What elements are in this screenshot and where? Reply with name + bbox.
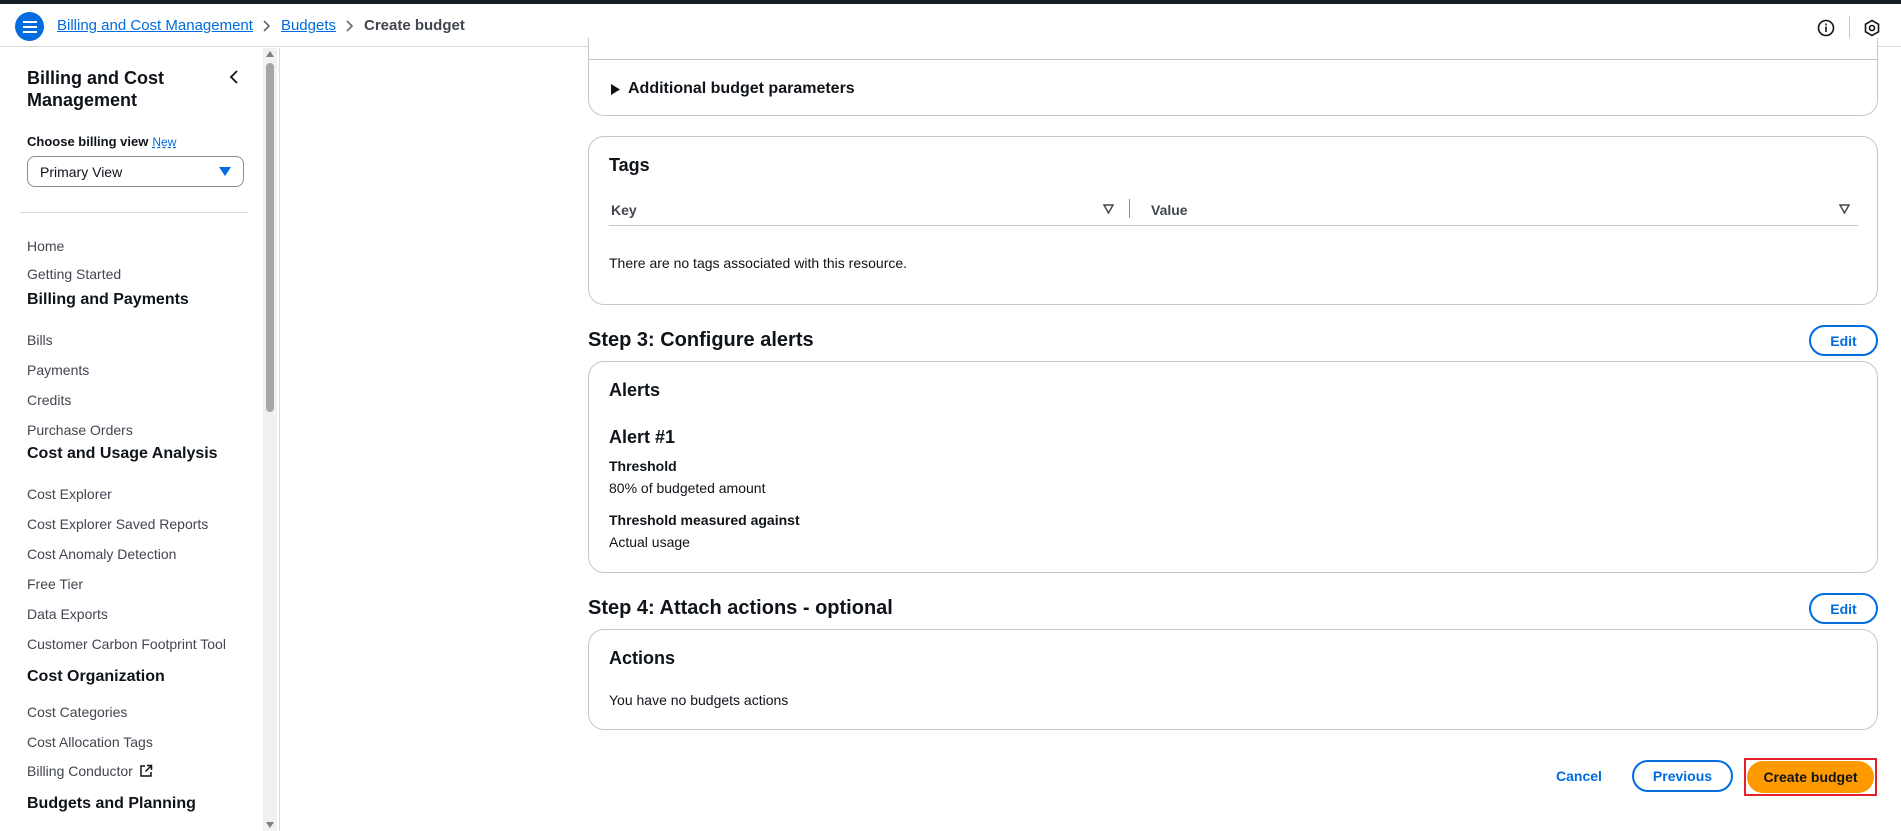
additional-params-label: Additional budget parameters	[628, 80, 855, 97]
hamburger-icon	[22, 20, 37, 33]
actions-title: Actions	[609, 648, 676, 668]
breadcrumb-budgets[interactable]: Budgets	[281, 17, 336, 34]
caret-right-icon	[611, 83, 620, 95]
tags-card: Tags Key Value There are no tags associa…	[588, 136, 1878, 305]
scrollbar-thumb[interactable]	[266, 63, 274, 412]
alerts-title: Alerts	[609, 380, 661, 400]
tags-empty-text: There are no tags associated with this r…	[609, 255, 908, 271]
sidebar-item-anomaly-detection[interactable]: Cost Anomaly Detection	[27, 546, 176, 562]
previous-button[interactable]: Previous	[1632, 760, 1733, 792]
scroll-down-arrow-icon[interactable]	[266, 822, 274, 828]
scroll-up-arrow-icon[interactable]	[266, 51, 274, 57]
create-budget-highlight: Create budget	[1744, 758, 1877, 796]
sidebar-item-purchase-orders[interactable]: Purchase Orders	[27, 422, 133, 438]
sidebar-item-data-exports[interactable]: Data Exports	[27, 606, 108, 622]
sidebar-item-credits[interactable]: Credits	[27, 392, 71, 408]
column-header-value[interactable]: Value	[1151, 202, 1188, 218]
tags-title: Tags	[609, 155, 650, 175]
new-badge[interactable]: New	[152, 135, 176, 149]
step3-title: Step 3: Configure alerts	[588, 329, 814, 351]
measured-value: Actual usage	[609, 534, 690, 550]
sidebar: Billing and Cost Management Choose billi…	[0, 48, 280, 831]
alerts-card: Alerts Alert #1 Threshold 80% of budgete…	[588, 361, 1878, 573]
sidebar-item-payments[interactable]: Payments	[27, 362, 89, 378]
budget-parameters-card: Additional budget parameters	[588, 38, 1878, 116]
settings-icon[interactable]	[1862, 18, 1882, 38]
chevron-right-icon	[263, 19, 271, 32]
sidebar-item-carbon-footprint[interactable]: Customer Carbon Footprint Tool	[27, 636, 226, 652]
billing-view-label-text: Choose billing view	[27, 134, 149, 149]
actions-empty-text: You have no budgets actions	[609, 692, 789, 708]
caret-down-icon	[219, 167, 231, 176]
cancel-button[interactable]: Cancel	[1556, 768, 1602, 784]
column-header-key[interactable]: Key	[611, 202, 637, 218]
additional-params-toggle[interactable]: Additional budget parameters	[611, 80, 855, 98]
sidebar-section-budgets-planning: Budgets and Planning	[27, 795, 196, 812]
threshold-value: 80% of budgeted amount	[609, 480, 766, 496]
info-icon[interactable]	[1816, 18, 1836, 38]
sidebar-item-saved-reports[interactable]: Cost Explorer Saved Reports	[27, 516, 208, 532]
measured-label: Threshold measured against	[609, 512, 800, 528]
sidebar-item-billing-conductor-label: Billing Conductor	[27, 763, 133, 779]
billing-view-label: Choose billing view New	[27, 134, 176, 149]
breadcrumb-current: Create budget	[364, 17, 465, 34]
sidebar-item-home[interactable]: Home	[27, 238, 64, 254]
chevron-right-icon	[346, 19, 354, 32]
card-divider	[589, 59, 1877, 60]
alert-title: Alert #1	[609, 427, 676, 447]
menu-button[interactable]	[15, 12, 44, 41]
column-divider	[1129, 199, 1130, 218]
step3-edit-button[interactable]: Edit	[1809, 325, 1878, 356]
sidebar-section-billing-payments: Billing and Payments	[27, 291, 189, 308]
create-budget-button[interactable]: Create budget	[1747, 761, 1874, 793]
sidebar-divider	[20, 212, 248, 213]
external-link-icon	[140, 764, 153, 777]
step4-edit-button[interactable]: Edit	[1809, 593, 1878, 624]
sidebar-item-cost-explorer[interactable]: Cost Explorer	[27, 486, 112, 502]
sidebar-item-getting-started[interactable]: Getting Started	[27, 266, 121, 282]
breadcrumb: Billing and Cost Management Budgets Crea…	[57, 17, 465, 34]
step4-title: Step 4: Attach actions - optional	[588, 597, 893, 619]
sidebar-item-free-tier[interactable]: Free Tier	[27, 576, 83, 592]
sidebar-item-cost-categories[interactable]: Cost Categories	[27, 704, 127, 720]
sort-icon[interactable]	[1103, 204, 1114, 214]
sidebar-item-bills[interactable]: Bills	[27, 332, 53, 348]
chevron-left-icon[interactable]	[225, 68, 243, 86]
sidebar-scrollbar[interactable]	[263, 48, 277, 831]
actions-card: Actions You have no budgets actions	[588, 629, 1878, 730]
billing-view-value: Primary View	[40, 163, 123, 180]
sidebar-item-billing-conductor[interactable]: Billing Conductor	[27, 763, 153, 779]
sort-icon[interactable]	[1839, 204, 1850, 214]
breadcrumb-billing[interactable]: Billing and Cost Management	[57, 17, 253, 34]
sidebar-item-cost-allocation-tags[interactable]: Cost Allocation Tags	[27, 734, 153, 750]
sidebar-section-cost-usage: Cost and Usage Analysis	[27, 445, 218, 462]
sidebar-section-cost-organization: Cost Organization	[27, 668, 165, 685]
threshold-label: Threshold	[609, 458, 677, 474]
header-divider	[1849, 16, 1850, 40]
tags-table-header: Key Value	[609, 193, 1858, 226]
billing-view-select[interactable]: Primary View	[27, 156, 244, 187]
sidebar-title: Billing and Cost Management	[27, 68, 164, 110]
